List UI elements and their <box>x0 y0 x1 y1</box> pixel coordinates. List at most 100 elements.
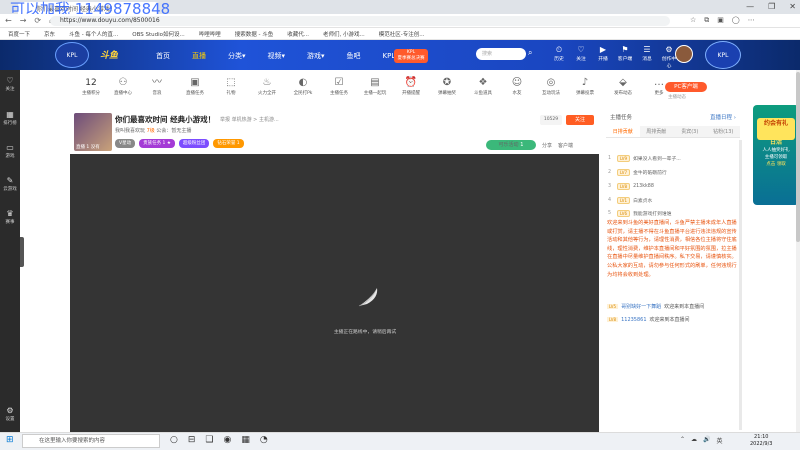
chat-message[interactable]: LV8 11235861 欢迎来到本直播间 <box>607 316 739 323</box>
bookmark-item[interactable]: 斗鱼 - 每个人的直... <box>69 30 118 38</box>
edge-icon[interactable]: ◉ <box>223 435 231 445</box>
bookmark-item[interactable]: 哔哩哔哩 <box>199 30 221 38</box>
bookmark-item[interactable]: 搜索数据 - 斗鱼 <box>235 30 273 38</box>
client-watch-button[interactable]: 客户端 <box>558 142 573 149</box>
toolbar-item[interactable]: ⬚ 礼物 <box>214 76 248 96</box>
score-widget[interactable]: 12 主播积分 <box>74 76 108 96</box>
toolbar-item[interactable]: ◎ 互动玩法 <box>534 76 568 96</box>
refresh-icon[interactable]: ⟳ <box>34 16 41 25</box>
promo-gift-badge[interactable]: 约会有礼 <box>757 118 795 140</box>
rank-row[interactable]: 2 LV7 金牛的砥砺前行 <box>608 167 736 178</box>
taskbar-clock[interactable]: 21:10 2022/9/3 <box>750 434 772 448</box>
history-button[interactable]: ⏲ 历史 <box>550 45 568 69</box>
rank-row[interactable]: 3 LV8 213kk88 <box>608 181 736 192</box>
rank-row[interactable]: 5 LV6 我能游戏打到谁谁 <box>608 208 736 219</box>
bookmark-item[interactable]: 老师们, 小游戏... <box>323 30 365 38</box>
toolbar-item[interactable]: ▤ 主播一起玩 <box>358 76 392 96</box>
rank-row[interactable]: 4 LV1 白素贞水 <box>608 195 736 206</box>
volume-icon[interactable]: 🔊 <box>703 436 710 445</box>
kpl-logo-right[interactable]: KPL <box>705 41 741 69</box>
follow-button[interactable]: 关注 <box>566 115 594 125</box>
nav-games[interactable]: 游戏▾ <box>307 51 325 61</box>
nav-home[interactable]: 首页 <box>156 51 170 61</box>
toolbar-item[interactable]: ♨ 火力全开 <box>250 76 284 96</box>
kpl-logo-left[interactable]: KPL <box>55 42 89 68</box>
tab-daily[interactable]: 日排贡献 <box>606 126 640 137</box>
sidebar-item-settings[interactable]: ⚙ 设置 <box>0 406 20 422</box>
bookmark-item[interactable]: 收藏代... <box>287 30 309 38</box>
site-logo[interactable]: 斗鱼 <box>100 48 118 61</box>
tab-diamond[interactable]: 钻粉(13) <box>707 126 741 137</box>
page-scrollbar-thumb[interactable] <box>796 72 800 242</box>
task-view-icon[interactable]: ⊟ <box>188 435 196 445</box>
cola-activity-button[interactable]: 可乐活动 1 <box>486 140 536 150</box>
nav-yuba[interactable]: 鱼吧 <box>347 51 361 61</box>
kpl-finals-badge[interactable]: KPL 夏季赛总决赛 <box>394 49 428 63</box>
streamer-avatar[interactable]: 直播 1 没有 <box>74 113 112 151</box>
chat-message[interactable]: LV5 哥别缺好一下舞蹈 欢迎来到本直播间 <box>607 303 739 310</box>
minimize-icon[interactable]: — <box>746 2 754 11</box>
share-button[interactable]: 分享 <box>542 142 552 149</box>
menu-icon[interactable]: ⋯ <box>748 16 755 25</box>
bookmark-item[interactable]: OBS Studio如何设... <box>132 30 185 38</box>
toolbar-item[interactable]: ◐ 全民打Pk <box>286 76 320 96</box>
search-icon[interactable]: ⌕ <box>528 48 542 60</box>
sidebar-item-ranking[interactable]: ▦ 排行榜 <box>0 110 20 126</box>
back-icon[interactable]: ← <box>5 16 12 25</box>
bookmark-icon[interactable]: ☆ <box>690 16 696 25</box>
nav-live[interactable]: 直播 <box>192 51 206 61</box>
sidebar-item-cloudgame[interactable]: ✎ 云游戏 <box>0 176 20 192</box>
url-input[interactable]: https://www.douyu.com/8500016 <box>50 16 670 26</box>
ime-icon[interactable]: 英 <box>717 436 723 445</box>
toolbar-item[interactable]: ☑ 主播任务 <box>322 76 356 96</box>
toolbar-item[interactable]: ▣ 直播任务 <box>178 76 212 96</box>
toolbar-item[interactable]: ✪ 弹幕抽奖 <box>430 76 464 96</box>
nav-video[interactable]: 视频▾ <box>268 51 286 61</box>
badge-fan-club[interactable]: 超级粉丝团 <box>178 139 210 148</box>
sidebar-item-events[interactable]: ♛ 赛事 <box>0 209 20 225</box>
bookmark-item[interactable]: 京东 <box>44 30 55 38</box>
nav-category[interactable]: 分类▾ <box>228 51 246 61</box>
sidebar-item-games[interactable]: ▭ 游戏 <box>0 143 20 159</box>
streamer-name[interactable]: 我叫我喜欢玩 <box>115 128 145 134</box>
avatar[interactable] <box>675 45 693 63</box>
profile-icon[interactable]: ◯ <box>732 16 740 25</box>
forward-icon[interactable]: → <box>20 16 27 25</box>
room-category[interactable]: 举报 单机热游 > 主机游... <box>220 116 279 123</box>
app-icon[interactable]: ▦ <box>241 435 250 445</box>
maximize-icon[interactable]: ❐ <box>768 2 775 11</box>
taskbar-search-input[interactable]: 在这里输入你要搜索的内容 <box>22 434 160 448</box>
file-explorer-icon[interactable]: ❑ <box>205 435 213 445</box>
video-player[interactable] <box>70 154 599 432</box>
collections-icon[interactable]: ▣ <box>717 16 724 25</box>
sidebar-item-follow[interactable]: ♡ 关注 <box>0 76 20 92</box>
chat-scrollbar[interactable] <box>739 140 742 430</box>
toolbar-item[interactable]: ♪ 弹幕投票 <box>568 76 602 96</box>
toolbar-item[interactable]: ☺ 水友 <box>500 76 534 96</box>
messages-button[interactable]: ☰ 消息 <box>638 45 656 69</box>
tray-expand-icon[interactable]: ⌃ <box>680 436 685 445</box>
task-label[interactable]: 主播任务 <box>610 113 632 121</box>
extensions-icon[interactable]: ⧉ <box>704 16 709 25</box>
schedule-link[interactable]: 直播日程 › <box>710 113 736 121</box>
start-icon[interactable]: ⊞ <box>6 435 14 445</box>
go-live-button[interactable]: ▶ 开播 <box>594 45 612 69</box>
toolbar-item[interactable]: ⬙ 发布动态 <box>606 76 640 96</box>
tab-vip[interactable]: 贵宾(3) <box>673 126 707 137</box>
badge-vstar[interactable]: V星动 <box>115 139 136 148</box>
bookmark-item[interactable]: 百度一下 <box>8 30 30 38</box>
toolbar-item[interactable]: ⏰ 开播提醒 <box>394 76 428 96</box>
client-button[interactable]: ⚑ 客户端 <box>616 45 634 69</box>
tab-weekly[interactable]: 周排贡献 <box>640 126 674 137</box>
network-icon[interactable]: ☁ <box>691 436 697 445</box>
follow-button[interactable]: ♡ 关注 <box>572 45 590 69</box>
toolbar-item[interactable]: ❖ 斗鱼道具 <box>466 76 500 96</box>
cortana-icon[interactable]: ○ <box>170 435 178 445</box>
sidebar-collapse-handle[interactable] <box>20 237 24 267</box>
obs-icon[interactable]: ◔ <box>260 435 268 445</box>
badge-diamond[interactable]: 钻石荣誉 1 <box>213 139 244 148</box>
pc-client-sub[interactable]: 主播动态 <box>668 94 686 100</box>
pc-client-button[interactable]: PC客户端 <box>665 82 707 92</box>
toolbar-item[interactable]: ⚇ 直播中心 <box>106 76 140 96</box>
bookmark-item[interactable]: 模范社区-专注创... <box>379 30 425 38</box>
